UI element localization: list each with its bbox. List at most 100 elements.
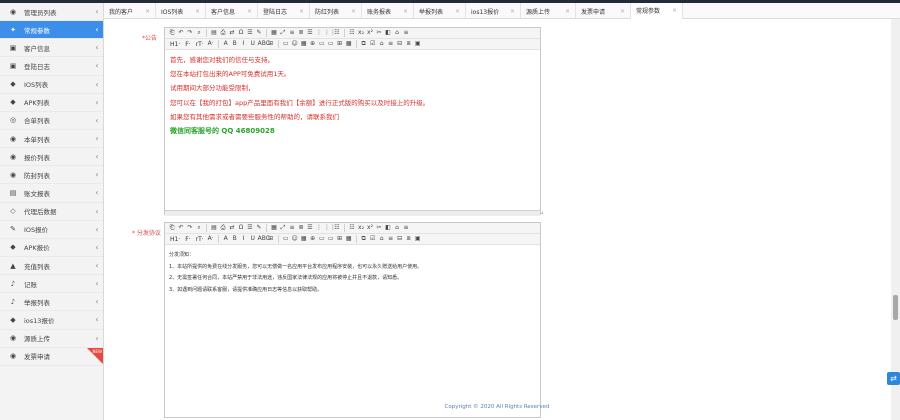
toolbar-button-icon[interactable]: ⤢	[279, 224, 287, 232]
toolbar-button-icon[interactable]: ☺	[291, 40, 299, 48]
toolbar-button-icon[interactable]: ≡	[387, 40, 395, 48]
toolbar-button-icon[interactable]: U	[249, 235, 257, 243]
sidebar-item[interactable]: ▣ 客户信息 ‹	[0, 39, 103, 58]
agreement-editor[interactable]: ⎗ ↶ ↷ ⌕ ▤ ⎙ ⇄ Ω ☰ ✎ ▦ ⤢ ≡ ≣ ☰ ⋮ ⋮⋮ ☷ ☷ x₂ x² ✂ ◧ ⌂ ≡ H1· F· rT· A· A…	[164, 222, 541, 418]
toolbar-button-icon[interactable]: ⊕	[309, 235, 317, 243]
tab-item[interactable]: 防红列表 ×	[310, 3, 362, 19]
toolbar-button-icon[interactable]: ⌂	[393, 29, 401, 37]
toolbar-button-icon[interactable]: ☰	[246, 224, 254, 232]
tab-item[interactable]: 我的客户 ×	[104, 3, 156, 19]
toolbar-button-icon[interactable]: ⊞	[267, 40, 275, 48]
sidebar-item[interactable]: ▤ 账文报表 ‹	[0, 184, 103, 203]
tab-item[interactable]: 常规参数 ×	[631, 3, 683, 19]
toolbar-button-icon[interactable]: ☰	[246, 29, 254, 37]
close-icon[interactable]: ×	[351, 8, 356, 15]
toolbar-button-icon[interactable]: ↶	[177, 224, 185, 232]
toolbar-button-icon[interactable]: rT·	[194, 236, 206, 243]
toolbar-button-icon[interactable]: x₂	[357, 29, 365, 37]
toolbar-button-icon[interactable]: F·	[183, 41, 192, 48]
toolbar-button-icon[interactable]: rT·	[194, 41, 206, 48]
close-icon[interactable]: ×	[145, 8, 150, 15]
toolbar-button-icon[interactable]: x²	[366, 224, 374, 232]
toolbar-button-icon[interactable]: ⧈	[405, 40, 413, 48]
toolbar-button-icon[interactable]: ▭	[282, 40, 290, 48]
sidebar-item[interactable]: ▲ 充值列表 ‹	[0, 257, 103, 276]
toolbar-button-icon[interactable]: ⋮⋮	[324, 29, 336, 37]
tab-item[interactable]: ios13报价 ×	[466, 3, 521, 19]
toolbar-button-icon[interactable]: B	[231, 235, 239, 243]
tab-item[interactable]: 登陆日志 ×	[258, 3, 310, 19]
toolbar-button-icon[interactable]: ◧	[384, 29, 392, 37]
toolbar-button-icon[interactable]: ☑	[369, 235, 377, 243]
editor-resize-bar[interactable]	[165, 210, 540, 216]
notice-editor[interactable]: ⎗ ↶ ↷ ⌕ ▤ ⎙ ⇄ Ω ☰ ✎ ▦ ⤢ ≡ ≣ ☰ ⋮ ⋮⋮ ☷ ☷ x₂ x² ✂ ◧ ⌂ ≡ H1· F· rT· A· A…	[164, 27, 541, 216]
toolbar-button-icon[interactable]: Ω	[237, 224, 245, 232]
toolbar-button-icon[interactable]: ▦	[345, 235, 353, 243]
toolbar-button-icon[interactable]: ▦	[270, 29, 278, 37]
toolbar-button-icon[interactable]: ABC	[258, 235, 270, 243]
toolbar-button-icon[interactable]: H1·	[168, 41, 182, 48]
sidebar-item[interactable]: ◉ 防封列表 ‹	[0, 166, 103, 185]
toolbar-button-icon[interactable]: A	[222, 40, 230, 48]
toolbar-button-icon[interactable]: A·	[207, 235, 215, 243]
toolbar-button-icon[interactable]: H1·	[168, 236, 182, 243]
toolbar-button-icon[interactable]: A	[222, 235, 230, 243]
toolbar-button-icon[interactable]: ⌕	[195, 224, 203, 232]
toolbar-button-icon[interactable]: ▭	[318, 235, 326, 243]
toolbar-button-icon[interactable]: ⌂	[378, 40, 386, 48]
toolbar-button-icon[interactable]: ☷	[348, 224, 356, 232]
toolbar-button-icon[interactable]: x²	[366, 29, 374, 37]
toolbar-button-icon[interactable]: ▣	[414, 235, 422, 243]
toolbar-button-icon[interactable]: ⇄	[228, 224, 236, 232]
sidebar-item[interactable]: ◉ 发票申请 ‹ NEW	[0, 347, 103, 366]
toolbar-button-icon[interactable]: ▦	[300, 235, 308, 243]
sidebar-item[interactable]: ♪ 记账 ‹	[0, 275, 103, 294]
toolbar-button-icon[interactable]: ⊟	[396, 40, 404, 48]
toolbar-button-icon[interactable]: ⌂	[393, 224, 401, 232]
sidebar-item[interactable]: ◆ APK列表 ‹	[0, 94, 103, 112]
toolbar-button-icon[interactable]: ▤	[210, 29, 218, 37]
close-icon[interactable]: ×	[565, 8, 570, 15]
toolbar-button-icon[interactable]: B	[231, 40, 239, 48]
toolbar-button-icon[interactable]: ☰	[306, 224, 314, 232]
tab-item[interactable]: 客户信息 ×	[206, 3, 258, 19]
tab-item[interactable]: 源质上传 ×	[521, 3, 576, 19]
toolbar-button-icon[interactable]: ☷	[333, 224, 341, 232]
toolbar-button-icon[interactable]: ☷	[348, 29, 356, 37]
toolbar-button-icon[interactable]: I	[240, 235, 248, 243]
toolbar-button-icon[interactable]: ▭	[282, 235, 290, 243]
sidebar-item[interactable]: ◉ 源质上传 ‹	[0, 330, 103, 348]
sidebar-item[interactable]: ◆ IOS列表 ‹	[0, 76, 103, 94]
toolbar-button-icon[interactable]: ⇄	[228, 29, 236, 37]
toolbar-button-icon[interactable]: ▦	[270, 224, 278, 232]
toolbar-button-icon[interactable]: ≡	[288, 224, 296, 232]
toolbar-button-icon[interactable]: ⊞	[267, 235, 275, 243]
close-icon[interactable]: ×	[455, 8, 460, 15]
sidebar-item[interactable]: ▣ 登陆日志 ‹	[0, 57, 103, 76]
toolbar-button-icon[interactable]: ☰	[306, 29, 314, 37]
sidebar-item[interactable]: ◉ 报价列表 ‹	[0, 148, 103, 167]
page-scrollbar[interactable]	[891, 19, 900, 420]
sidebar-item[interactable]: ◉ 本单列表 ‹	[0, 130, 103, 149]
toolbar-button-icon[interactable]: ▣	[414, 40, 422, 48]
toolbar-button-icon[interactable]: ▭	[327, 40, 335, 48]
sidebar-item[interactable]: ◉ 管理员列表 ‹	[0, 3, 103, 22]
toolbar-button-icon[interactable]: x₂	[357, 224, 365, 232]
close-icon[interactable]: ×	[247, 8, 252, 15]
toolbar-button-icon[interactable]: ☑	[369, 40, 377, 48]
toolbar-button-icon[interactable]: I	[240, 40, 248, 48]
toolbar-button-icon[interactable]: F·	[183, 236, 192, 243]
toolbar-button-icon[interactable]: ⋮	[315, 29, 323, 37]
toolbar-button-icon[interactable]: ↷	[186, 29, 194, 37]
toolbar-button-icon[interactable]: ⌂	[378, 235, 386, 243]
toolbar-button-icon[interactable]: ⋮⋮	[324, 224, 336, 232]
toolbar-button-icon[interactable]: ⧈	[405, 235, 413, 243]
tab-item[interactable]: 举报列表 ×	[414, 3, 466, 19]
toolbar-button-icon[interactable]: ⊞	[336, 235, 344, 243]
toolbar-button-icon[interactable]: ✂	[375, 224, 383, 232]
toolbar-button-icon[interactable]: ▦	[300, 40, 308, 48]
toolbar-button-icon[interactable]: ↶	[177, 29, 185, 37]
toolbar-button-icon[interactable]: ⎗	[168, 29, 176, 37]
toolbar-button-icon[interactable]: ⊞	[336, 40, 344, 48]
tab-item[interactable]: IOS列表 ×	[156, 3, 206, 19]
